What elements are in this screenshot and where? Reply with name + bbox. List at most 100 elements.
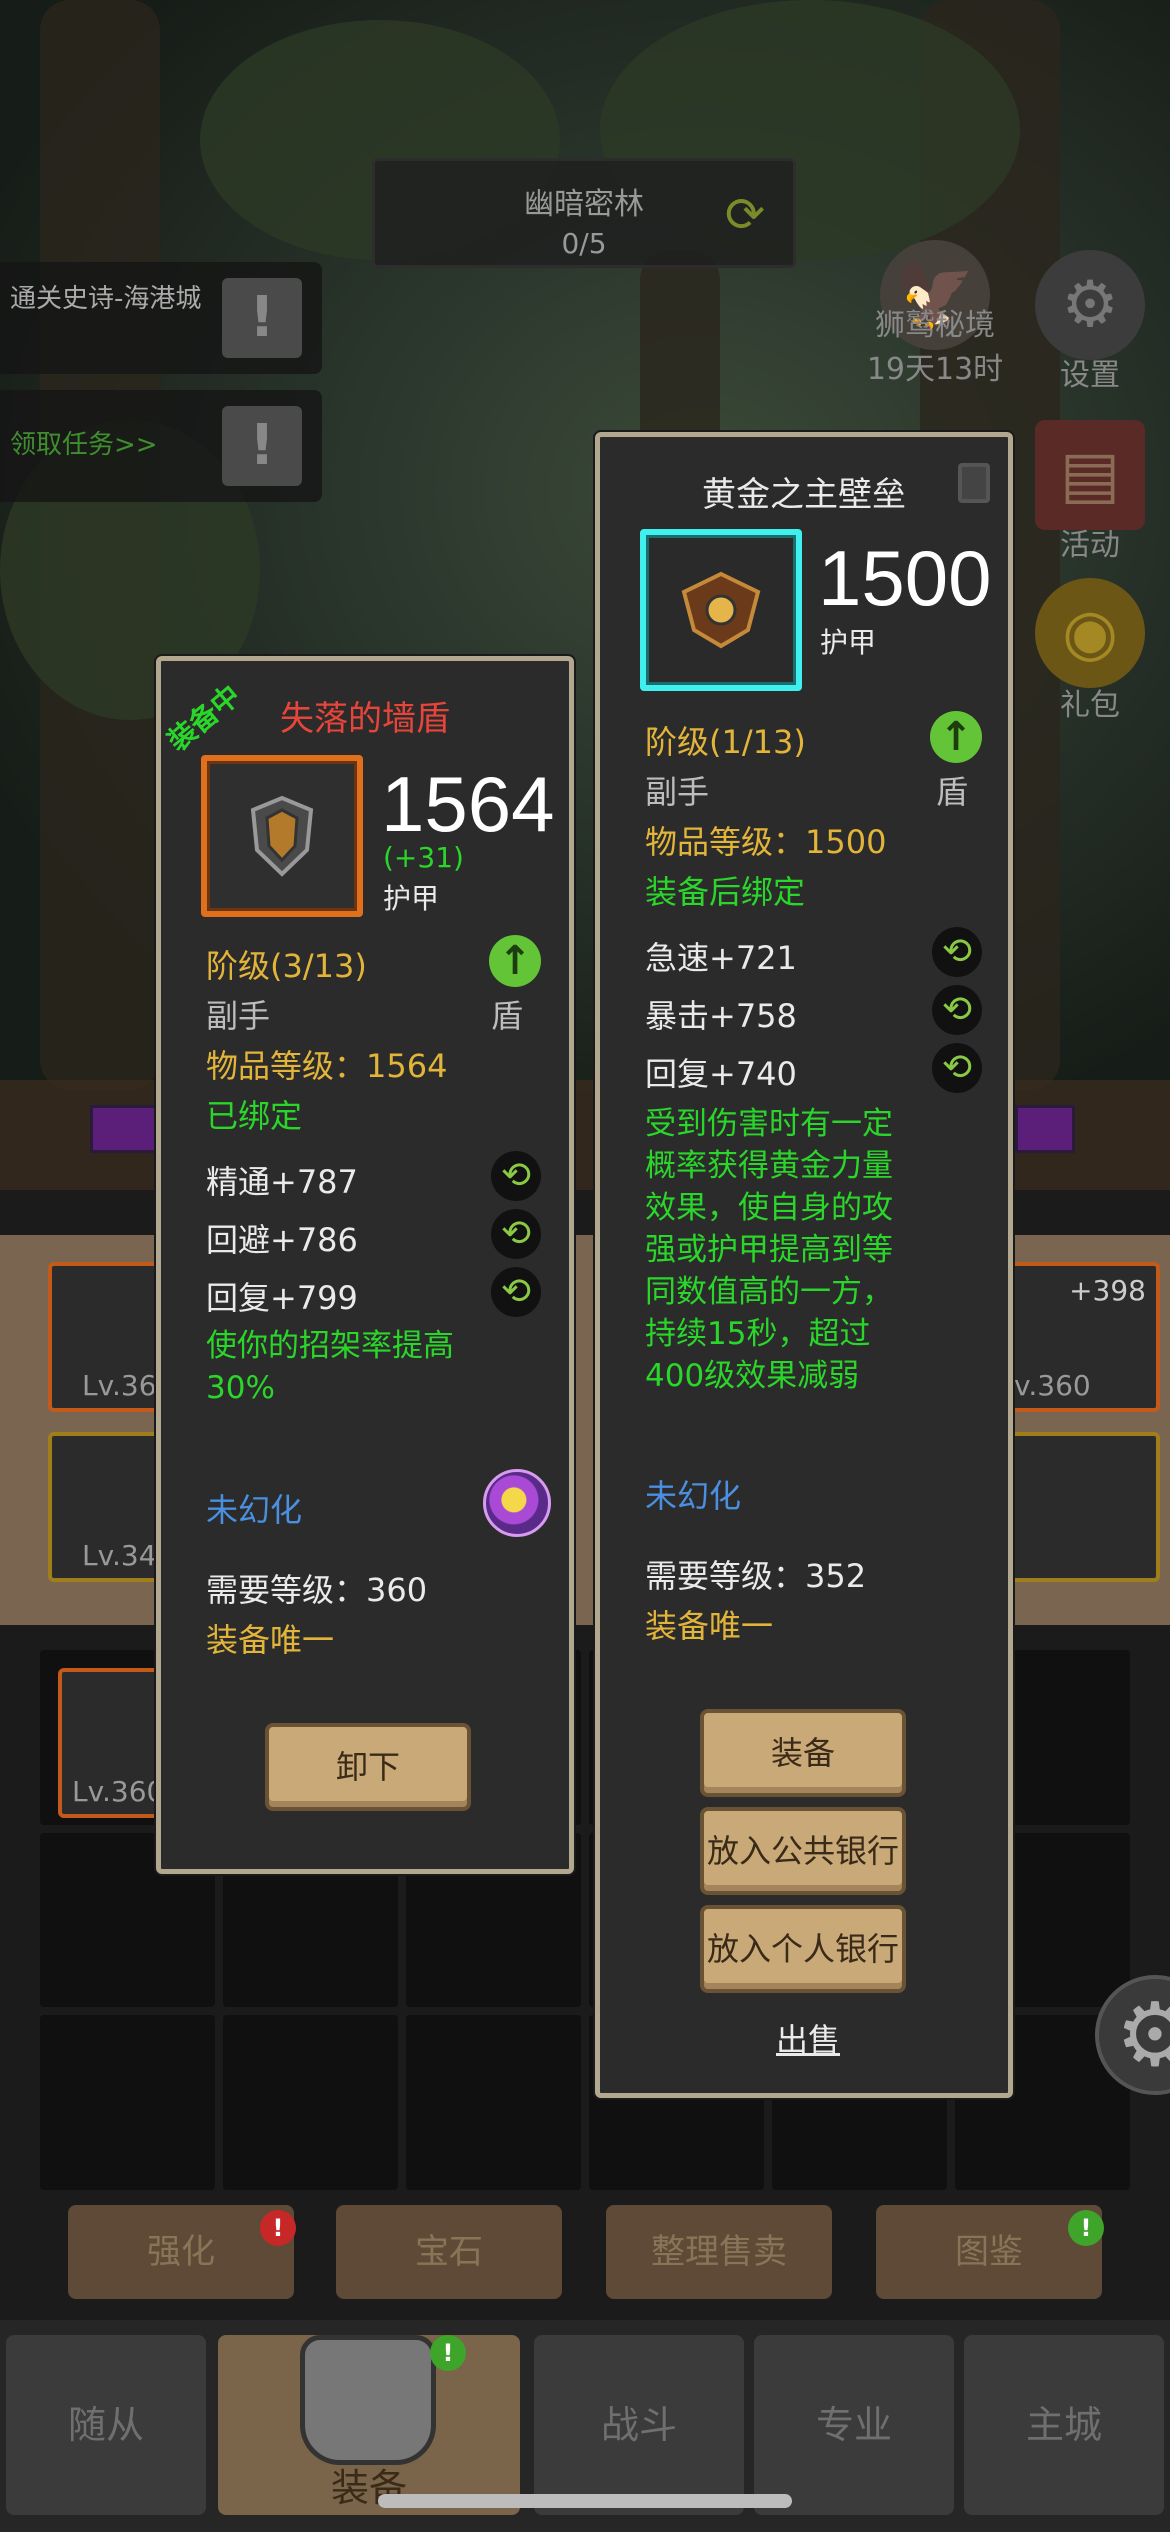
public-bank-button[interactable]: 放入公共银行 xyxy=(700,1807,906,1895)
required-level: 需要等级：360 xyxy=(206,1571,428,1609)
item-tier: 阶级(3/13) xyxy=(206,947,367,985)
stat-type: 护甲 xyxy=(383,882,440,915)
effect-line: 持续15秒，超过 xyxy=(645,1316,871,1352)
nav-followers[interactable]: 随从 xyxy=(6,2335,206,2515)
stat-line: 回复+740 xyxy=(645,1055,797,1093)
transmog-status: 未幻化 xyxy=(206,1491,303,1529)
equipment-slot[interactable] xyxy=(1000,1432,1160,1582)
item-level: Lv.36 xyxy=(82,1369,157,1402)
effect-line: 受到伤害时有一定 xyxy=(645,1106,893,1142)
required-level: 需要等级：352 xyxy=(645,1557,867,1595)
stat-line: 急速+721 xyxy=(645,939,797,977)
alert-icon: ! xyxy=(222,406,302,486)
item-level: v.360 xyxy=(1014,1369,1091,1402)
upgrade-level: +398 xyxy=(1069,1274,1146,1307)
armor-value: 1564 xyxy=(381,760,555,848)
item-level: Lv.360 xyxy=(72,1775,165,1808)
effect-line: 效果，使自身的攻 xyxy=(645,1190,893,1226)
nav-profession[interactable]: 专业 xyxy=(754,2335,954,2515)
item-level: Lv.34 xyxy=(82,1539,157,1572)
item-tier: 阶级(1/13) xyxy=(645,723,806,761)
scroll-icon: ▤ xyxy=(1035,420,1145,530)
notice-badge: ! xyxy=(1068,2210,1104,2246)
effect-line: 400级效果减弱 xyxy=(645,1358,860,1394)
alert-badge: ! xyxy=(260,2210,296,2246)
sort-sell-tab[interactable]: 整理售卖 xyxy=(606,2205,832,2299)
item-slot: 副手 xyxy=(645,773,710,811)
effect-line: 强或护甲提高到等 xyxy=(645,1232,893,1268)
stat-line: 暴击+758 xyxy=(645,997,797,1035)
notice-badge: ! xyxy=(430,2335,466,2371)
lock-icon[interactable] xyxy=(958,463,990,503)
equipped-item-panel: 装备中 失落的墙盾 1564 (+31) 护甲 阶级(3/13) ↑ 副手 盾 … xyxy=(156,656,574,1874)
new-item-panel: 黄金之主壁垒 1500 护甲 阶级(1/13) ↑ 副手 盾 物品等级：1500… xyxy=(595,432,1013,2098)
nav-main-city[interactable]: 主城 xyxy=(964,2335,1164,2515)
griffin-label: 狮鹫秘境 xyxy=(875,308,995,343)
item-level: 物品等级：1564 xyxy=(206,1047,448,1085)
stat-line: 回复+799 xyxy=(206,1279,358,1317)
equipment-slot[interactable]: +398 v.360 xyxy=(1000,1262,1160,1412)
upgrade-arrow-icon[interactable]: ↑ xyxy=(489,935,541,987)
effect-line: 同数值高的一方， xyxy=(645,1274,893,1310)
upgrade-arrow-icon[interactable]: ↑ xyxy=(930,711,982,763)
item-icon-frame xyxy=(201,755,363,917)
item-icon-frame xyxy=(640,529,802,691)
reroll-icon[interactable]: ⟲ xyxy=(932,985,982,1035)
inventory-slot[interactable] xyxy=(223,2015,398,2190)
unequip-button[interactable]: 卸下 xyxy=(265,1723,471,1811)
stat-line: 精通+787 xyxy=(206,1163,358,1201)
enhance-tab[interactable]: 强化 xyxy=(68,2205,294,2299)
zone-banner[interactable]: 幽暗密林 0/5 ⟳ xyxy=(372,158,796,268)
griffin-realm-button[interactable]: 🦅 狮鹫秘境 19天13时 xyxy=(860,240,1010,388)
reroll-icon[interactable]: ⟲ xyxy=(491,1267,541,1317)
settings-button[interactable]: ⚙ 设置 xyxy=(1030,250,1150,394)
quest-item[interactable]: 通关史诗-海港城 ! xyxy=(0,262,322,374)
reroll-icon[interactable]: ⟲ xyxy=(491,1151,541,1201)
gem-tab[interactable]: 宝石 xyxy=(336,2205,562,2299)
quest-text: 领取任务>> xyxy=(10,430,158,460)
unique-tag: 装备唯一 xyxy=(645,1607,774,1645)
item-level: 物品等级：1500 xyxy=(645,823,887,861)
inventory-slot[interactable] xyxy=(406,2015,581,2190)
equip-button[interactable]: 装备 xyxy=(700,1709,906,1797)
unique-tag: 装备唯一 xyxy=(206,1621,335,1659)
gift-button[interactable]: ◉ 礼包 xyxy=(1030,578,1150,724)
codex-tab[interactable]: 图鉴 xyxy=(876,2205,1102,2299)
activity-label: 活动 xyxy=(1060,528,1120,563)
transmog-status: 未幻化 xyxy=(645,1477,742,1515)
reroll-icon[interactable]: ⟲ xyxy=(491,1209,541,1259)
item-category: 盾 xyxy=(936,773,969,811)
settings-label: 设置 xyxy=(1060,358,1120,393)
effect-line: 概率获得黄金力量 xyxy=(645,1148,893,1184)
griffin-timer: 19天13时 xyxy=(866,352,1004,387)
refresh-icon[interactable]: ⟳ xyxy=(717,187,773,243)
stat-line: 回避+786 xyxy=(206,1221,358,1259)
gift-label: 礼包 xyxy=(1060,688,1120,723)
item-effect: 使你的招架率提高30% xyxy=(206,1328,454,1406)
stat-type: 护甲 xyxy=(820,626,877,659)
item-effect: 受到伤害时有一定 概率获得黄金力量 效果，使自身的攻 强或护甲提高到等 同数值高… xyxy=(645,1103,945,1397)
reroll-icon[interactable]: ⟲ xyxy=(932,927,982,977)
right-progress-bar xyxy=(1015,1105,1075,1153)
alert-icon: ! xyxy=(222,278,302,358)
home-indicator[interactable] xyxy=(378,2494,792,2508)
armor-delta: (+31) xyxy=(383,841,464,874)
activity-button[interactable]: ▤ 活动 xyxy=(1030,420,1150,564)
item-name: 失落的墙盾 xyxy=(280,699,450,739)
bind-status: 装备后绑定 xyxy=(645,873,806,911)
item-slot: 副手 xyxy=(206,997,271,1035)
armor-icon xyxy=(300,2335,436,2465)
inventory-slot[interactable] xyxy=(40,2015,215,2190)
reroll-icon[interactable]: ⟲ xyxy=(932,1043,982,1093)
nav-battle[interactable]: 战斗 xyxy=(534,2335,744,2515)
item-name: 黄金之主壁垒 xyxy=(702,475,906,515)
shield-icon xyxy=(681,571,761,649)
quest-accept[interactable]: 领取任务>> ! xyxy=(0,390,322,502)
sell-link[interactable]: 出售 xyxy=(776,2015,840,2061)
item-category: 盾 xyxy=(491,997,524,1035)
quest-text: 通关史诗-海港城 xyxy=(10,284,202,314)
coin-icon: ◉ xyxy=(1035,578,1145,688)
transmog-orb-icon[interactable] xyxy=(483,1469,551,1537)
armor-value: 1500 xyxy=(818,534,992,622)
private-bank-button[interactable]: 放入个人银行 xyxy=(700,1905,906,1993)
